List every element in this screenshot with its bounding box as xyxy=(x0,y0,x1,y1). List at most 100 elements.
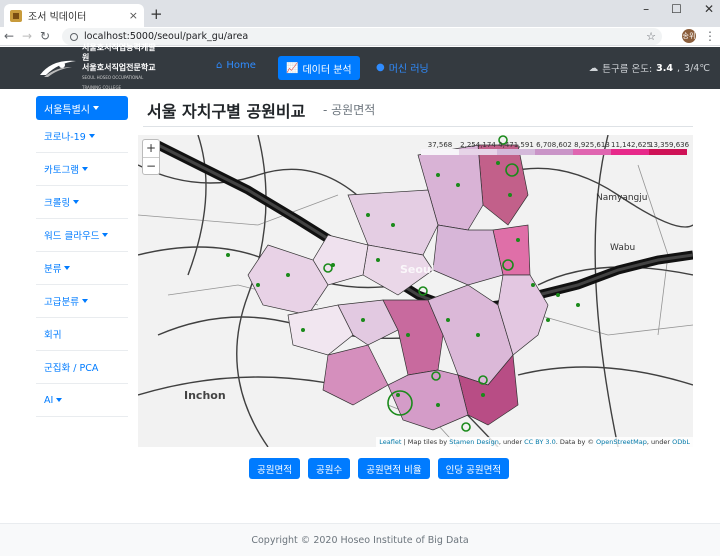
caret-down-icon xyxy=(102,233,109,237)
legend-swatch xyxy=(421,149,459,155)
metric-button[interactable]: 공원수 xyxy=(307,458,351,479)
window-controls: – ☐ ✕ xyxy=(643,2,714,16)
new-tab-icon[interactable]: + xyxy=(150,5,163,23)
zoom-out-button[interactable]: − xyxy=(143,157,159,174)
legend-tick-label: 37,568 xyxy=(427,141,453,149)
divider xyxy=(143,126,693,127)
attribution-text: , under xyxy=(498,438,525,446)
metric-button[interactable]: 인당 공원면적 xyxy=(437,458,510,479)
sidebar-item-seoul[interactable]: 서울특별시 xyxy=(36,96,128,120)
weather-label: 튼구름 온도: xyxy=(602,64,653,75)
footer: Copyright © 2020 Hoseo Institute of Big … xyxy=(0,523,720,556)
weather-widget: ☁ 튼구름 온도: 3.4, 3/4℃ xyxy=(588,62,710,76)
app-navbar: 서울호서직업능력개발원 서울호서직업전문학교 SEOUL HOSEO OCCUP… xyxy=(0,43,720,90)
sidebar-item[interactable]: AI xyxy=(36,384,128,417)
cc-link[interactable]: CC BY 3.0 xyxy=(524,438,556,446)
sidebar-item[interactable]: 군집화 / PCA xyxy=(36,351,128,384)
sidebar-item-label: 크롤링 xyxy=(44,198,71,209)
sidebar-item[interactable]: 회귀 xyxy=(36,318,128,351)
legend-ticks: 37,568 2,254,174 4,471,591 6,708,602 8,925,6… xyxy=(421,141,689,149)
nav-analysis-label: 데이터 분석 xyxy=(302,64,352,76)
page-title: 서울 자치구별 공원비교 xyxy=(147,102,306,121)
metric-button[interactable]: 공원면적 xyxy=(249,458,300,479)
chart-icon: 📈 xyxy=(286,62,299,74)
zoom-control: + − xyxy=(142,139,160,175)
sidebar-item-label: 고급분류 xyxy=(44,297,79,308)
sidebar-item-label: 분류 xyxy=(44,264,62,275)
nav-home-label: Home xyxy=(226,60,256,71)
metric-button[interactable]: 공원면적 비율 xyxy=(358,458,430,479)
sidebar: 서울특별시 코로나-19 카토그램크롤링워드 클라우드분류고급분류회귀군집화 / … xyxy=(36,96,128,417)
logo-line2: 서울호서직업전문학교 xyxy=(82,63,156,72)
nav-analysis-button[interactable]: 📈 데이터 분석 xyxy=(278,56,360,80)
sidebar-item-label: 군집화 / PCA xyxy=(44,363,99,374)
profile-avatar[interactable]: 송위 xyxy=(682,29,696,43)
sidebar-item-label: 카토그램 xyxy=(44,165,79,176)
map-label-wabu: Wabu xyxy=(610,243,636,253)
legend-swatch xyxy=(611,149,649,155)
sidebar-item-label: 서울특별시 xyxy=(44,104,90,116)
back-icon[interactable]: ← xyxy=(0,29,18,43)
stamen-link[interactable]: Stamen Design xyxy=(449,438,499,446)
nav-home-link[interactable]: ⌂ Home xyxy=(216,60,256,71)
browser-tab-bar: 조서 빅데이터 × + – ☐ ✕ xyxy=(0,0,720,27)
legend-swatch xyxy=(649,149,687,155)
maximize-icon[interactable]: ☐ xyxy=(671,2,682,16)
weather-temp: 3.4 xyxy=(656,62,673,74)
map-label-namyangju: Namyangju xyxy=(596,193,648,203)
odbl-link[interactable]: ODbL xyxy=(672,438,690,446)
caret-down-icon xyxy=(93,106,99,110)
osm-link[interactable]: OpenStreetMap xyxy=(596,438,647,446)
brain-icon: ● xyxy=(376,62,385,73)
sidebar-item[interactable]: 분류 xyxy=(36,252,128,285)
page-subtitle: - 공원면적 xyxy=(323,103,376,117)
caret-down-icon xyxy=(73,200,80,204)
map-label-incheon: Inchon xyxy=(184,389,226,402)
logo-swoosh-icon xyxy=(38,57,78,79)
caret-down-icon xyxy=(56,398,63,402)
minimize-icon[interactable]: – xyxy=(643,2,649,16)
info-icon[interactable] xyxy=(70,32,78,41)
map-attribution: Leaflet | Map tiles by Stamen Design, un… xyxy=(376,437,693,447)
logo-line3: SEOUL HOSEO OCCUPATIONAL TRAINING COLLEG… xyxy=(82,75,144,90)
legend-tick-label: 11,142,625 xyxy=(611,141,652,149)
menu-kebab-icon[interactable]: ⋮ xyxy=(704,29,716,43)
legend-tick-label: 4,471,591 xyxy=(498,141,534,149)
logo-line1: 서울호서직업능력개발원 xyxy=(82,43,156,62)
browser-tab[interactable]: 조서 빅데이터 × xyxy=(4,4,144,27)
nav-ml-label: 머신 러닝 xyxy=(388,64,429,75)
sidebar-item-label: 코로나-19 xyxy=(44,132,86,143)
url-text: localhost:5000/seoul/park_gu/area xyxy=(84,31,249,42)
leaflet-link[interactable]: Leaflet xyxy=(379,438,401,446)
sidebar-item[interactable]: 크롤링 xyxy=(36,186,128,219)
legend-swatch xyxy=(497,149,535,155)
legend-swatch xyxy=(535,149,573,155)
attribution-text: | Map tiles by xyxy=(401,438,450,446)
zoom-in-button[interactable]: + xyxy=(143,140,159,157)
window-close-icon[interactable]: ✕ xyxy=(704,2,714,16)
college-logo[interactable]: 서울호서직업능력개발원 서울호서직업전문학교 SEOUL HOSEO OCCUP… xyxy=(38,43,158,90)
reload-icon[interactable]: ↻ xyxy=(36,29,54,43)
legend-tick-label: 2,254,174 xyxy=(460,141,496,149)
favicon-icon xyxy=(10,9,22,22)
metric-button-group: 공원면적 공원수 공원면적 비율 인당 공원면적 xyxy=(249,458,510,479)
bookmark-star-icon[interactable]: ☆ xyxy=(646,30,656,43)
sidebar-item[interactable]: 카토그램 xyxy=(36,153,128,186)
sidebar-item-label: AI xyxy=(44,394,54,406)
nav-ml-link[interactable]: ● 머신 러닝 xyxy=(376,60,429,75)
sidebar-item[interactable]: 고급분류 xyxy=(36,285,128,318)
forward-icon[interactable]: → xyxy=(18,29,36,43)
sidebar-item-label: 회귀 xyxy=(44,330,62,341)
attribution-text: , under xyxy=(646,438,673,446)
caret-down-icon xyxy=(81,167,88,171)
legend-tick-label: 8,925,613 xyxy=(574,141,610,149)
sidebar-item[interactable]: 워드 클라우드 xyxy=(36,219,128,252)
sidebar-item-label: 워드 클라우드 xyxy=(44,231,100,242)
choropleth-map[interactable]: + − 37,568 2,254,174 4,471,591 6,708,602 8,9… xyxy=(138,135,693,447)
tab-title: 조서 빅데이터 xyxy=(28,12,87,23)
sidebar-item[interactable]: 코로나-19 xyxy=(36,120,128,153)
attribution-text: . Data by © xyxy=(555,438,597,446)
weather-range: 3/4℃ xyxy=(684,62,710,74)
caret-down-icon xyxy=(64,266,71,270)
tab-close-icon[interactable]: × xyxy=(129,9,138,22)
